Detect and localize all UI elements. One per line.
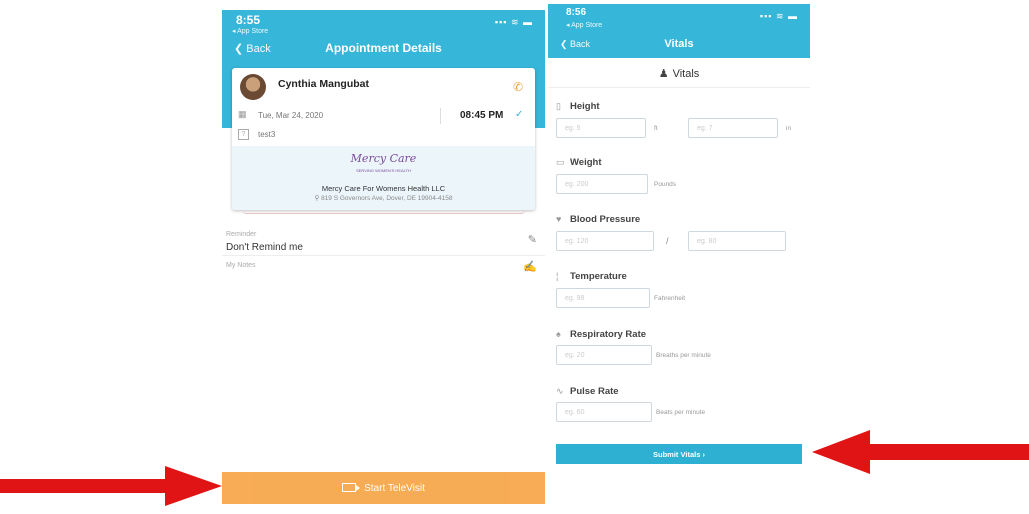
calendar-icon: ▦ [238,109,247,119]
composite-screenshot: 8:55 ◂ App Store ▪▪▪ ≋ ▬ ❮ Back Appointm… [0,0,1029,514]
notes-row[interactable]: My Notes ✍ [222,260,545,282]
edit-notes-icon[interactable]: ✍ [523,260,537,273]
clinic-logo-tagline: SERVING WOMEN'S HEALTH [356,168,411,173]
person-icon: ♟ [658,68,669,80]
start-televisit-label: Start TeleVisit [364,482,425,494]
pulse-rate-label: ∿ Pulse Rate [556,386,619,397]
vitals-header-label: Vitals [672,68,700,80]
page-title: Appointment Details [325,41,442,55]
reminder-value: Don't Remind me [226,242,303,253]
status-bar: 8:56 ◂ App Store ▪▪▪ ≋ ▬ [548,4,810,30]
notes-label: My Notes [226,262,256,269]
pulse-rate-input[interactable] [556,402,652,422]
signal-wifi-battery-icons: ▪▪▪ ≋ ▬ [494,17,533,27]
height-feet-input[interactable] [556,118,646,138]
submit-vitals-button[interactable]: Submit Vitals › [556,444,802,464]
blood-pressure-label: ♥ Blood Pressure [556,214,641,225]
weight-label: ▭ Weight [556,157,602,168]
temperature-unit: Fahrenheit [654,295,686,302]
nav-bar: ❮ Back Vitals [548,30,810,58]
appointment-details-screen: 8:55 ◂ App Store ▪▪▪ ≋ ▬ ❮ Back Appointm… [222,10,545,504]
inches-unit: in [786,125,792,132]
patient-avatar [240,74,266,100]
temperature-input[interactable] [556,288,650,308]
divider [440,108,441,124]
edit-reminder-icon[interactable]: ✎ [528,233,537,246]
height-inches-input[interactable] [688,118,778,138]
vitals-section-header: ♟ Vitals [548,58,810,88]
reason-row: ? test3 [232,126,535,144]
respiratory-rate-unit: Breaths per minute [656,352,711,359]
diastolic-input[interactable] [688,231,786,251]
weight-unit: Pounds [654,181,677,188]
question-icon: ? [238,129,249,140]
reminder-label: Reminder [226,231,257,238]
respiratory-rate-label: ♠ Respiratory Rate [556,329,647,340]
weight-input[interactable] [556,174,648,194]
scale-icon: ▭ [556,157,565,167]
signal-wifi-battery-icons: ▪▪▪ ≋ ▬ [759,11,798,21]
ruler-icon: ▯ [556,101,561,111]
status-time: 8:56 [566,7,587,18]
back-to-app-store-link[interactable]: ◂ App Store [232,27,268,35]
start-televisit-button[interactable]: Start TeleVisit [222,472,545,504]
red-arrow-left-icon [812,430,1029,474]
red-arrow-right-icon [0,466,222,506]
page-title: Vitals [664,38,694,50]
status-time: 8:55 [236,13,261,27]
reminder-row[interactable]: Reminder Don't Remind me ✎ [222,228,545,256]
status-bar: 8:55 ◂ App Store ▪▪▪ ≋ ▬ [222,10,545,36]
date-time-row: ▦ Tue, Mar 24, 2020 08:45 PM ✓ [232,106,535,126]
bp-separator: / [666,236,669,246]
appointment-card: Cynthia Mangubat ✆ ▦ Tue, Mar 24, 2020 0… [232,68,535,210]
respiratory-rate-input[interactable] [556,345,652,365]
clinic-address[interactable]: ⚲ 819 S Governors Ave, Dover, DE 19904-4… [232,194,535,202]
lungs-icon: ♠ [556,329,561,339]
height-label: ▯ Height [556,101,600,112]
video-camera-icon [342,482,361,492]
feet-unit: ft [654,125,658,132]
clinic-name: Mercy Care For Womens Health LLC [321,184,446,193]
appointment-time: 08:45 PM [460,110,504,121]
heart-icon: ♥ [556,214,562,224]
clinic-address-text: 819 S Governors Ave, Dover, DE 19904-415… [321,195,453,202]
nav-bar: ❮ Back Appointment Details [222,36,545,62]
vitals-screen: 8:56 ◂ App Store ▪▪▪ ≋ ▬ ❮ Back Vitals ♟… [548,4,810,480]
systolic-input[interactable] [556,231,654,251]
card-stack-edge [242,210,525,214]
clinic-logo: Mercy Care [350,152,417,165]
clinic-info: Mercy Care SERVING WOMEN'S HEALTH Mercy … [232,146,535,210]
appointment-reason: test3 [258,130,276,139]
patient-name: Cynthia Mangubat [278,78,369,90]
thermometer-icon: ¦ [556,271,559,281]
temperature-label: ¦ Temperature [556,271,627,282]
pulse-rate-unit: Beats per minute [656,409,706,416]
appointment-date: Tue, Mar 24, 2020 [258,111,324,120]
pulse-icon: ∿ [556,386,564,396]
back-to-app-store-link[interactable]: ◂ App Store [566,21,602,29]
phone-icon[interactable]: ✆ [513,80,523,94]
check-icon: ✓ [515,109,524,120]
